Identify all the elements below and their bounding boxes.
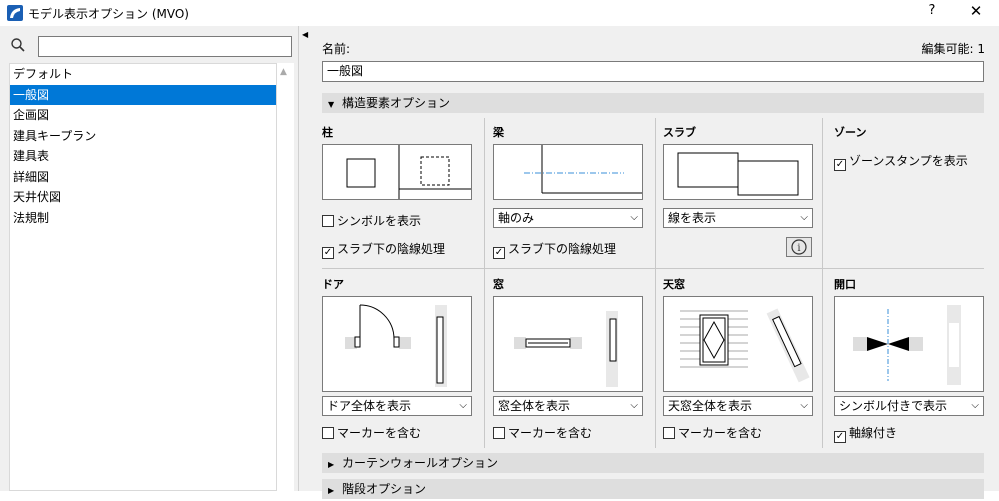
column-shade-checkbox[interactable]: ✓ スラブ下の陰線処理 <box>322 240 445 259</box>
slab-preview <box>663 144 813 200</box>
preset-list: デフォルト 一般図 企画図 建具キープラン 建具表 詳細図 天井伏図 法規制 <box>9 63 277 491</box>
door-title: ドア <box>322 278 344 291</box>
skylight-title: 天窓 <box>663 278 685 291</box>
slab-title: スラブ <box>663 126 696 139</box>
collapsed-triangle-icon: ▶ <box>328 486 335 495</box>
editable-count: 編集可能: 1 <box>921 42 986 56</box>
zone-title: ゾーン <box>834 126 867 139</box>
collapsed-triangle-icon: ▶ <box>328 460 335 469</box>
list-item[interactable]: 企画図 <box>10 105 276 126</box>
chevron-down-icon: ⌵ <box>800 212 808 223</box>
door-display-select[interactable]: ドア全体を表示 ⌵ <box>322 396 472 416</box>
name-input[interactable]: 一般図 <box>322 61 984 82</box>
skylight-display-select[interactable]: 天窓全体を表示 ⌵ <box>663 396 813 416</box>
close-button[interactable]: ✕ <box>964 2 988 24</box>
checkbox-unchecked-icon[interactable] <box>493 427 505 439</box>
checkbox-unchecked-icon[interactable] <box>322 215 334 227</box>
window-marker-checkbox[interactable]: マーカーを含む <box>493 424 592 441</box>
window-display-select[interactable]: 窓全体を表示 ⌵ <box>493 396 643 416</box>
beam-title: 梁 <box>493 126 504 139</box>
list-scrollbar[interactable]: ▲ <box>277 63 294 491</box>
list-item[interactable]: 建具キープラン <box>10 126 276 147</box>
chevron-down-icon: ⌵ <box>971 400 979 411</box>
skylight-marker-checkbox[interactable]: マーカーを含む <box>663 424 762 441</box>
divider <box>322 268 984 269</box>
list-item[interactable]: 一般図 <box>10 84 276 105</box>
beam-display-select[interactable]: 軸のみ ⌵ <box>493 208 643 228</box>
expanded-triangle-icon: ▼ <box>328 100 335 109</box>
opening-axis-checkbox[interactable]: ✓ 軸線付き <box>834 424 897 443</box>
checkbox-unchecked-icon[interactable] <box>663 427 675 439</box>
zone-stamp-checkbox[interactable]: ✓ ゾーンスタンプを表示 <box>834 152 968 171</box>
chevron-down-icon: ⌵ <box>459 400 467 411</box>
title-bar: モデル表示オプション (MVO) ? ✕ <box>0 0 999 26</box>
checkbox-checked-icon[interactable]: ✓ <box>834 431 846 443</box>
name-label: 名前: <box>322 42 351 56</box>
info-icon: i <box>791 239 807 255</box>
checkbox-checked-icon[interactable]: ✓ <box>322 247 334 259</box>
slab-display-select[interactable]: 線を表示 ⌵ <box>663 208 813 228</box>
door-preview <box>322 296 472 392</box>
sidebar: デフォルト 一般図 企画図 建具キープラン 建具表 詳細図 天井伏図 法規制 ▲ <box>0 26 298 491</box>
list-item[interactable]: 天井伏図 <box>10 187 276 208</box>
checkbox-checked-icon[interactable]: ✓ <box>493 247 505 259</box>
section-structural-options[interactable]: ▼ 構造要素オプション <box>322 93 984 113</box>
chevron-down-icon: ⌵ <box>630 400 638 411</box>
info-button[interactable]: i <box>786 237 812 257</box>
skylight-preview <box>663 296 813 392</box>
checkbox-checked-icon[interactable]: ✓ <box>834 159 846 171</box>
chevron-down-icon: ⌵ <box>630 212 638 223</box>
list-item[interactable]: 法規制 <box>10 208 276 229</box>
column-preview <box>322 144 472 200</box>
structural-options-grid: 柱 シンボルを表示 ✓ スラブ下の陰線処理 梁 軸のみ ⌵ ✓ スラブ下の陰線処… <box>322 118 984 448</box>
scroll-up-icon[interactable]: ▲ <box>280 67 287 77</box>
column-title: 柱 <box>322 126 333 139</box>
door-marker-checkbox[interactable]: マーカーを含む <box>322 424 421 441</box>
window-title: モデル表示オプション (MVO) <box>28 7 189 21</box>
panel-splitter[interactable]: ◀ <box>298 26 310 491</box>
checkbox-unchecked-icon[interactable] <box>322 427 334 439</box>
settings-panel: 名前: 編集可能: 1 一般図 ▼ 構造要素オプション 柱 シンボルを表示 ✓ … <box>310 26 999 499</box>
collapse-left-icon[interactable]: ◀ <box>302 30 308 39</box>
list-item[interactable]: 建具表 <box>10 146 276 167</box>
opening-preview <box>834 296 984 392</box>
divider <box>655 118 656 448</box>
search-icon <box>10 37 26 53</box>
window-title: 窓 <box>493 278 504 291</box>
section-curtain-wall-options[interactable]: ▶ カーテンウォールオプション <box>322 453 984 473</box>
svg-text:i: i <box>797 243 800 254</box>
divider <box>822 118 823 448</box>
help-button[interactable]: ? <box>922 3 942 23</box>
window-preview <box>493 296 643 392</box>
section-stair-options[interactable]: ▶ 階段オプション <box>322 479 984 499</box>
show-symbol-checkbox[interactable]: シンボルを表示 <box>322 212 421 229</box>
chevron-down-icon: ⌵ <box>800 400 808 411</box>
search-input[interactable] <box>38 36 292 57</box>
beam-preview <box>493 144 643 200</box>
beam-shade-checkbox[interactable]: ✓ スラブ下の陰線処理 <box>493 240 616 259</box>
opening-display-select[interactable]: シンボル付きで表示 ⌵ <box>834 396 984 416</box>
app-icon <box>7 5 23 21</box>
divider <box>484 118 485 448</box>
list-item[interactable]: 詳細図 <box>10 167 276 188</box>
list-item[interactable]: デフォルト <box>10 64 276 85</box>
opening-title: 開口 <box>834 278 856 291</box>
